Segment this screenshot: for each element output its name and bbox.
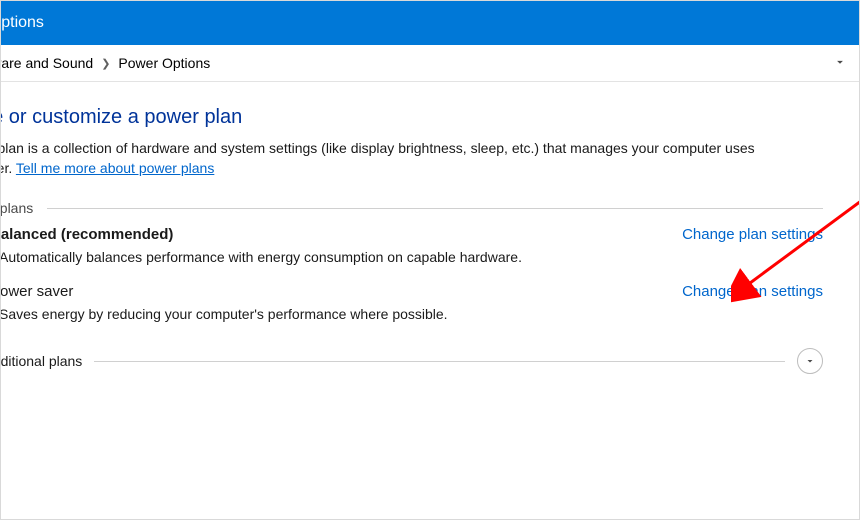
divider xyxy=(94,361,785,362)
preferred-plans-label: rred plans xyxy=(0,200,33,216)
show-additional-plans-row: w additional plans xyxy=(0,348,823,374)
plan-balanced: ) Balanced (recommended) Change plan set… xyxy=(0,226,823,265)
learn-more-link[interactable]: Tell me more about power plans xyxy=(16,160,214,176)
plan-power-saver: ) Power saver Change plan settings Saves… xyxy=(0,283,823,322)
show-additional-plans-label: w additional plans xyxy=(0,353,82,369)
plan-name-balanced[interactable]: Balanced (recommended) xyxy=(0,226,173,243)
breadcrumb-item-hardware-and-sound[interactable]: ardware and Sound xyxy=(0,55,93,71)
plan-description-power-saver: Saves energy by reducing your computer's… xyxy=(0,306,699,322)
breadcrumb[interactable]: ardware and Sound ❯ Power Options xyxy=(0,55,833,71)
chevron-down-icon xyxy=(804,355,816,367)
page-description: wer plan is a collection of hardware and… xyxy=(0,139,791,178)
expand-additional-plans-button[interactable] xyxy=(797,348,823,374)
breadcrumb-bar: ardware and Sound ❯ Power Options xyxy=(1,45,859,82)
window-title-bar: r Options xyxy=(1,1,859,45)
divider xyxy=(47,208,823,209)
power-options-window: r Options ardware and Sound ❯ Power Opti… xyxy=(0,0,860,520)
preferred-plans-header: rred plans xyxy=(0,200,823,216)
breadcrumb-item-power-options[interactable]: Power Options xyxy=(118,55,210,71)
chevron-down-icon xyxy=(833,55,847,69)
content-area: ose or customize a power plan wer plan i… xyxy=(1,82,859,398)
change-plan-settings-balanced[interactable]: Change plan settings xyxy=(682,226,823,243)
plan-description-balanced: Automatically balances performance with … xyxy=(0,249,699,265)
window-title: r Options xyxy=(0,14,44,32)
chevron-right-icon: ❯ xyxy=(101,57,110,70)
breadcrumb-dropdown-button[interactable] xyxy=(833,55,847,72)
plan-name-power-saver[interactable]: Power saver xyxy=(0,283,73,300)
change-plan-settings-power-saver[interactable]: Change plan settings xyxy=(682,283,823,300)
page-heading: ose or customize a power plan xyxy=(0,106,823,129)
